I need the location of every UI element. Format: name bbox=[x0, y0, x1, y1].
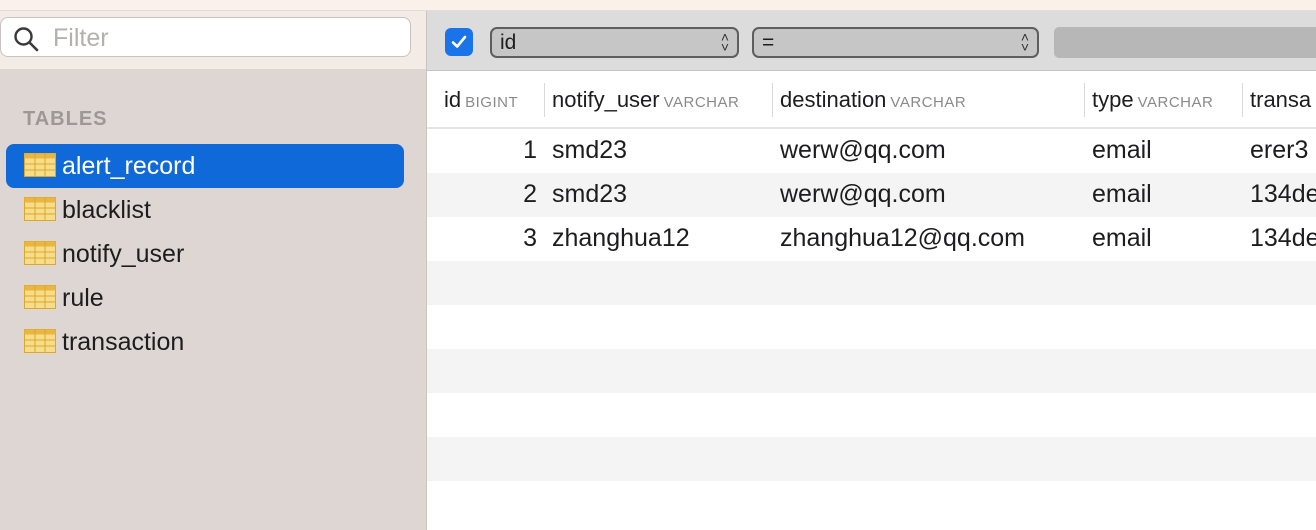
filter-bar: id ˄ ˅ = ˄ ˅ bbox=[427, 11, 1316, 71]
sidebar: TABLES alert_record blacklist bbox=[0, 11, 427, 530]
cell-type[interactable]: email bbox=[1092, 136, 1152, 165]
table-icon bbox=[24, 241, 56, 265]
cell-transaction[interactable]: 134de bbox=[1250, 180, 1316, 209]
table-item-notify-user[interactable]: notify_user bbox=[6, 232, 404, 276]
checkmark-icon bbox=[451, 35, 467, 48]
filter-operator-select[interactable]: = ˄ ˅ bbox=[752, 27, 1039, 58]
table-item-label: blacklist bbox=[62, 196, 151, 224]
table-item-label: transaction bbox=[62, 328, 185, 356]
table-item-label: rule bbox=[62, 284, 104, 312]
cell-transaction[interactable]: erer3 bbox=[1250, 136, 1316, 165]
column-type: VARCHAR bbox=[890, 94, 967, 111]
search-icon bbox=[14, 27, 39, 52]
cell-destination[interactable]: werw@qq.com bbox=[780, 180, 946, 209]
cell-type[interactable]: email bbox=[1092, 180, 1152, 209]
filter-field[interactable] bbox=[0, 17, 411, 57]
table-row[interactable]: 3 zhanghua12 zhanghua12@qq.com email 134… bbox=[427, 217, 1316, 261]
column-name: notify_user bbox=[552, 87, 660, 112]
column-divider[interactable] bbox=[1084, 83, 1085, 117]
filter-operator-value: = bbox=[762, 31, 775, 54]
column-header-type[interactable]: type VARCHAR bbox=[1092, 87, 1213, 113]
empty-row bbox=[427, 393, 1316, 437]
cell-id[interactable]: 1 bbox=[427, 136, 537, 165]
chevron-updown-icon: ˄ ˅ bbox=[1020, 29, 1029, 55]
column-divider[interactable] bbox=[1242, 83, 1243, 117]
cell-notify-user[interactable]: smd23 bbox=[552, 180, 627, 209]
table-item-alert-record[interactable]: alert_record bbox=[6, 144, 404, 188]
cell-notify-user[interactable]: smd23 bbox=[552, 136, 627, 165]
window-top-strip bbox=[0, 0, 1316, 11]
column-header-notify-user[interactable]: notify_user VARCHAR bbox=[552, 87, 739, 113]
cell-id[interactable]: 3 bbox=[427, 224, 537, 253]
content-pane: id ˄ ˅ = ˄ ˅ id BIGINT notify_user VARCHAR d… bbox=[427, 11, 1316, 530]
empty-row bbox=[427, 437, 1316, 481]
table-icon bbox=[24, 329, 56, 353]
chevron-updown-icon: ˄ ˅ bbox=[720, 29, 729, 55]
grid-body: 1 smd23 werw@qq.com email erer3 2 smd23 … bbox=[427, 129, 1316, 525]
table-item-label: alert_record bbox=[62, 152, 196, 180]
column-header-destination[interactable]: destination VARCHAR bbox=[780, 87, 966, 113]
cell-transaction[interactable]: 134de bbox=[1250, 224, 1316, 253]
empty-row bbox=[427, 261, 1316, 305]
sidebar-filter-area bbox=[0, 11, 426, 69]
column-divider[interactable] bbox=[772, 83, 773, 117]
column-header-id[interactable]: id BIGINT bbox=[444, 87, 518, 113]
cell-type[interactable]: email bbox=[1092, 224, 1152, 253]
column-divider[interactable] bbox=[544, 83, 545, 117]
table-row[interactable]: 1 smd23 werw@qq.com email erer3 bbox=[427, 129, 1316, 173]
table-item-rule[interactable]: rule bbox=[6, 276, 404, 320]
column-name: transa bbox=[1250, 87, 1312, 112]
filter-field-value: id bbox=[500, 31, 517, 54]
cell-notify-user[interactable]: zhanghua12 bbox=[552, 224, 690, 253]
table-icon bbox=[24, 153, 56, 177]
table-icon bbox=[24, 197, 56, 221]
table-icon bbox=[24, 285, 56, 309]
empty-row bbox=[427, 481, 1316, 525]
column-name: destination bbox=[780, 87, 887, 112]
table-item-label: notify_user bbox=[62, 240, 185, 268]
column-name: type bbox=[1092, 87, 1134, 112]
filter-value-field[interactable] bbox=[1054, 27, 1316, 58]
filter-input[interactable] bbox=[51, 22, 405, 54]
column-type: BIGINT bbox=[465, 94, 519, 111]
table-row[interactable]: 2 smd23 werw@qq.com email 134de bbox=[427, 173, 1316, 217]
filter-enabled-checkbox[interactable] bbox=[445, 28, 473, 56]
column-type: VARCHAR bbox=[1137, 94, 1214, 111]
column-name: id bbox=[444, 87, 462, 112]
tables-list: alert_record blacklist notify_user rule … bbox=[6, 144, 404, 364]
column-type: VARCHAR bbox=[663, 94, 740, 111]
empty-row bbox=[427, 305, 1316, 349]
table-item-transaction[interactable]: transaction bbox=[6, 320, 404, 364]
cell-destination[interactable]: werw@qq.com bbox=[780, 136, 946, 165]
grid-header: id BIGINT notify_user VARCHAR destination V… bbox=[427, 71, 1316, 129]
cell-destination[interactable]: zhanghua12@qq.com bbox=[780, 224, 1025, 253]
empty-row bbox=[427, 349, 1316, 393]
cell-id[interactable]: 2 bbox=[427, 180, 537, 209]
tables-section-label: TABLES bbox=[23, 108, 108, 130]
filter-field-select[interactable]: id ˄ ˅ bbox=[490, 27, 739, 58]
table-item-blacklist[interactable]: blacklist bbox=[6, 188, 404, 232]
column-header-transaction[interactable]: transa bbox=[1250, 87, 1315, 113]
